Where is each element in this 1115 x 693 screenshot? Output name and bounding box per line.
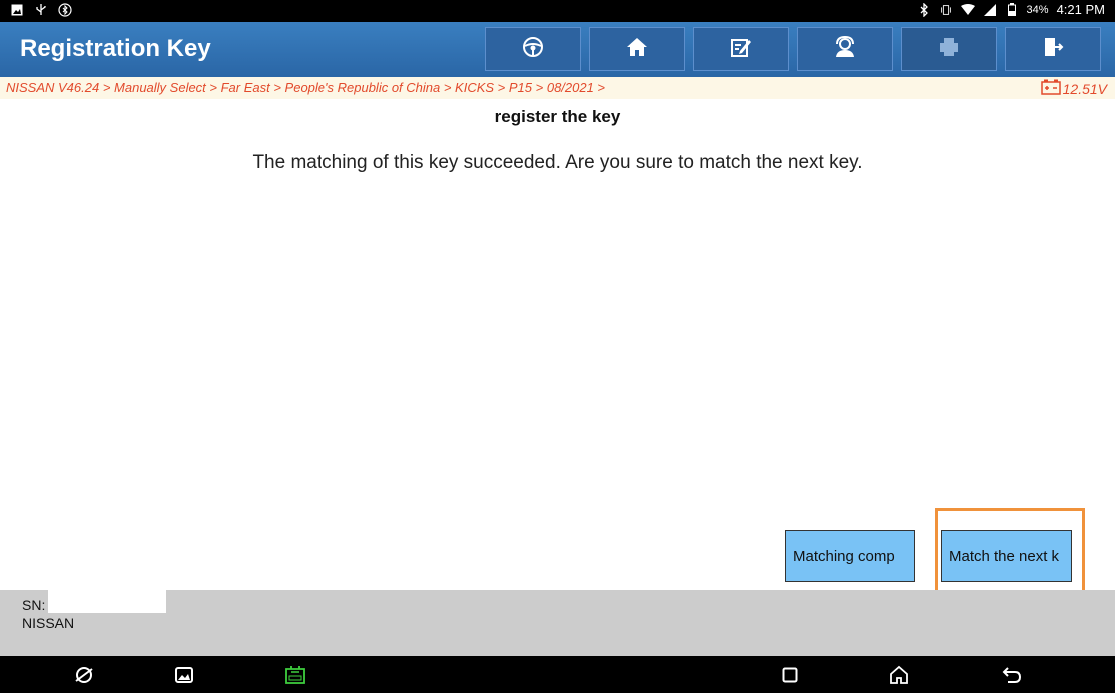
home-button[interactable] — [589, 27, 685, 71]
page-title: Registration Key — [20, 35, 211, 62]
vci-icon[interactable] — [284, 664, 306, 686]
browser-icon[interactable] — [73, 664, 95, 686]
exit-icon — [1042, 36, 1064, 63]
exit-button[interactable] — [1005, 27, 1101, 71]
system-nav-bar — [0, 656, 1115, 693]
print-icon — [938, 36, 960, 63]
voltage-value: 12.51V — [1062, 80, 1107, 97]
edit-icon — [730, 36, 752, 63]
vehicle-make: NISSAN — [22, 615, 75, 631]
signal-icon — [983, 3, 997, 17]
print-button[interactable] — [901, 27, 997, 71]
clock: 4:21 PM — [1056, 2, 1105, 17]
home-nav-icon[interactable] — [888, 664, 910, 686]
vibrate-icon — [939, 3, 953, 17]
serial-number-label: SN: — [22, 597, 46, 613]
content-heading: register the key — [494, 107, 621, 126]
breadcrumb-path: NISSAN V46.24 > Manually Select > Far Ea… — [6, 80, 606, 95]
battery-voltage-icon — [1040, 79, 1061, 98]
battery-percent: 34% — [1026, 3, 1049, 16]
bluetooth-notification-icon — [58, 3, 72, 17]
home-icon — [626, 36, 648, 63]
back-icon[interactable] — [1001, 664, 1023, 686]
recent-apps-icon[interactable] — [779, 664, 801, 686]
battery-icon — [1005, 3, 1019, 17]
usb-icon — [34, 3, 48, 17]
breadcrumb: NISSAN V46.24 > Manually Select > Far Ea… — [0, 77, 1115, 99]
status-bar: 34% 4:21 PM — [0, 0, 1115, 22]
gallery-icon[interactable] — [173, 664, 195, 686]
app-header: Registration Key — [0, 22, 1115, 77]
device-info-bar: SN: NISSAN — [0, 590, 1115, 656]
wifi-icon — [960, 3, 975, 17]
serial-number-field — [48, 590, 166, 613]
edit-button[interactable] — [693, 27, 789, 71]
support-icon — [834, 35, 856, 63]
steering-wheel-button[interactable] — [485, 27, 581, 71]
bluetooth-icon — [917, 2, 931, 17]
highlight-box — [935, 508, 1085, 599]
steering-wheel-icon — [522, 36, 544, 63]
content-message: The matching of this key succeeded. Are … — [252, 152, 863, 173]
gallery-notification-icon — [10, 3, 24, 17]
matching-complete-button[interactable]: Matching comp — [785, 530, 915, 582]
voltage-indicator: 12.51V — [1040, 79, 1107, 98]
support-button[interactable] — [797, 27, 893, 71]
